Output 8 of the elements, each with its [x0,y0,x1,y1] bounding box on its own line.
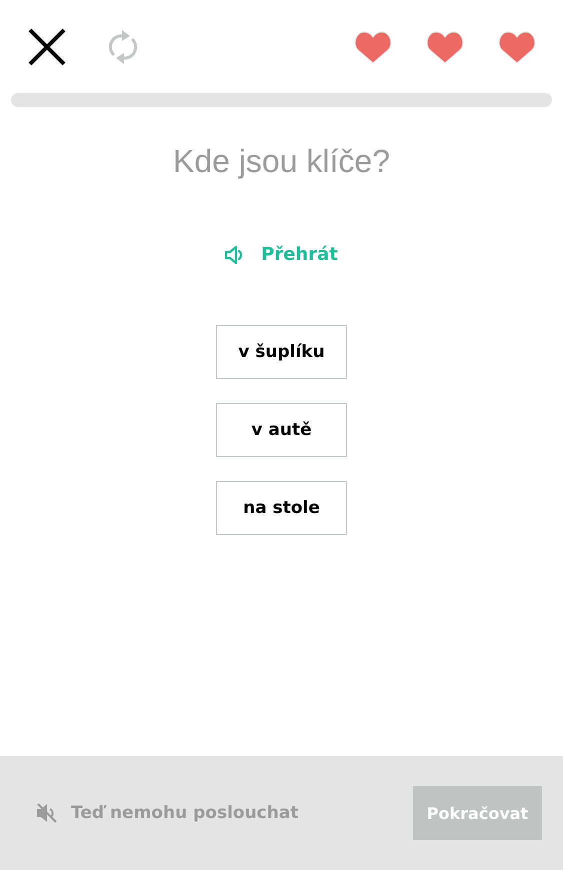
muted-speaker-icon [35,801,59,825]
answer-option[interactable]: na stole [216,481,347,535]
close-icon [28,28,66,66]
question-text: Kde jsou klíče? [172,143,391,180]
close-button[interactable] [28,28,66,66]
refresh-icon [108,29,138,65]
answer-option[interactable]: v autě [216,403,347,457]
answer-option[interactable]: v šuplíku [216,325,347,379]
